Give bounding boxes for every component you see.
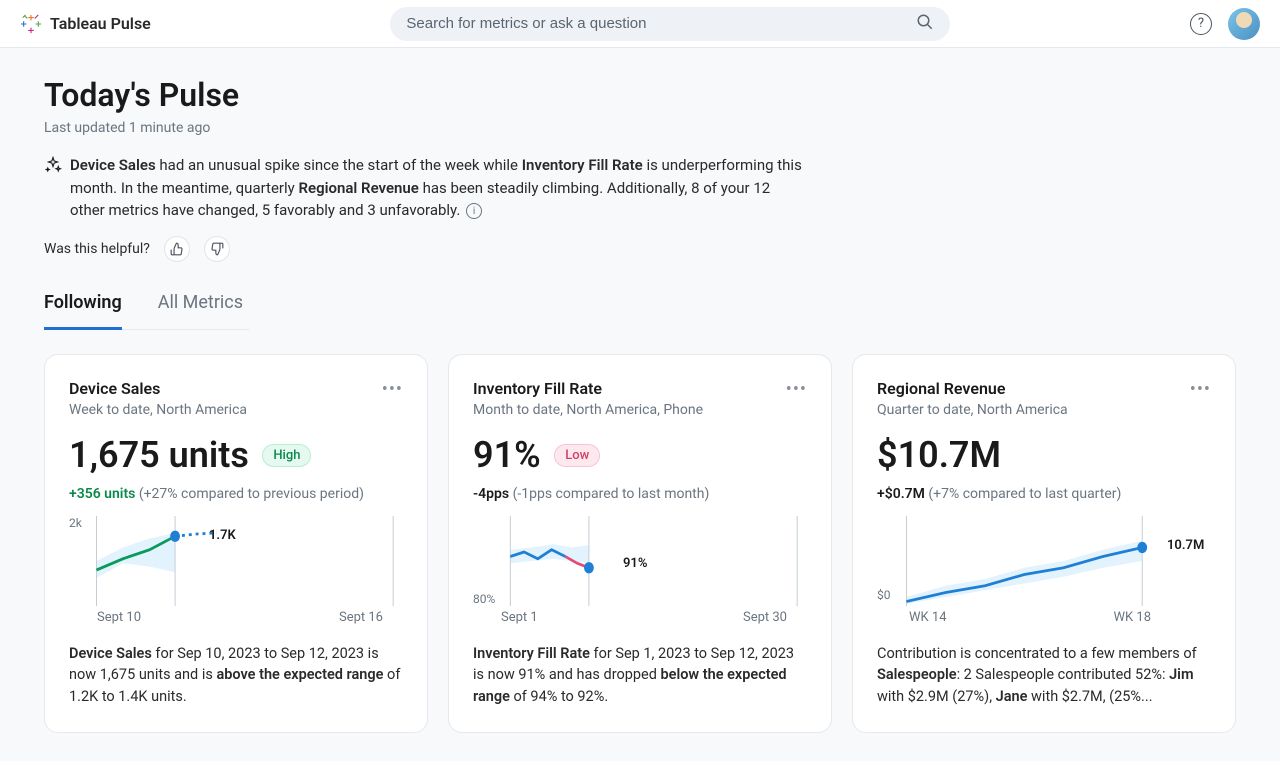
delta-value: +356 units — [69, 486, 135, 502]
sparkline-chart: $0 10.7M — [877, 516, 1211, 606]
page-title: Today's Pulse — [44, 76, 1236, 114]
help-icon[interactable]: ? — [1190, 13, 1212, 35]
metric-cards: Device Sales ••• Week to date, North Ame… — [44, 354, 1236, 733]
card-title: Device Sales — [69, 379, 160, 398]
metric-card-device-sales[interactable]: Device Sales ••• Week to date, North Ame… — [44, 354, 428, 733]
card-title: Regional Revenue — [877, 379, 1005, 398]
insight-text: Contribution is concentrated to a few me… — [877, 643, 1211, 708]
app-logo: Tableau Pulse — [20, 13, 151, 35]
x-axis-right: WK 18 — [1113, 610, 1151, 625]
info-icon[interactable]: i — [466, 203, 482, 219]
delta-value: -4pps — [473, 486, 509, 502]
more-icon[interactable]: ••• — [382, 379, 403, 400]
delta-detail: (+27% compared to previous period) — [135, 486, 364, 502]
app-name: Tableau Pulse — [50, 14, 151, 33]
x-axis-left: Sept 1 — [501, 610, 538, 625]
search-icon — [916, 13, 934, 35]
metric-value: $10.7M — [877, 434, 1001, 476]
more-icon[interactable]: ••• — [1190, 379, 1211, 400]
avatar[interactable] — [1228, 8, 1260, 40]
insight-text: Device Sales for Sep 10, 2023 to Sep 12,… — [69, 643, 403, 708]
x-axis-left: WK 14 — [909, 610, 947, 625]
tableau-logo-icon — [20, 13, 42, 35]
metric-card-inventory-fill-rate[interactable]: Inventory Fill Rate ••• Month to date, N… — [448, 354, 832, 733]
delta-value: +$0.7M — [877, 486, 925, 502]
delta-detail: (+7% compared to last quarter) — [925, 486, 1121, 502]
x-axis-left: Sept 10 — [97, 610, 141, 625]
point-label: 10.7M — [1167, 538, 1204, 553]
tab-following[interactable]: Following — [44, 292, 122, 330]
tabs: Following All Metrics — [44, 292, 249, 330]
x-axis-right: Sept 30 — [743, 610, 787, 625]
metric-value: 91% — [473, 434, 541, 476]
x-axis-right: Sept 16 — [339, 610, 383, 625]
search-box[interactable] — [390, 7, 950, 41]
sparkline-chart: 80% 91% — [473, 516, 807, 606]
status-badge: High — [262, 444, 311, 467]
insight-text: Inventory Fill Rate for Sep 1, 2023 to S… — [473, 643, 807, 708]
card-subtitle: Week to date, North America — [69, 402, 403, 418]
card-title: Inventory Fill Rate — [473, 379, 602, 398]
card-subtitle: Month to date, North America, Phone — [473, 402, 807, 418]
search-input[interactable] — [406, 15, 916, 32]
last-updated: Last updated 1 minute ago — [44, 120, 1236, 136]
sparkle-icon — [44, 156, 62, 174]
sparkline-chart: 2k 1.7K — [69, 516, 403, 606]
point-label: 1.7K — [209, 528, 236, 543]
thumbs-down-button[interactable] — [204, 236, 230, 262]
tab-all-metrics[interactable]: All Metrics — [158, 292, 243, 329]
thumbs-up-button[interactable] — [164, 236, 190, 262]
feedback-question: Was this helpful? — [44, 241, 150, 257]
point-label: 91% — [623, 556, 647, 571]
delta-detail: (-1pps compared to last month) — [509, 486, 709, 502]
top-bar: Tableau Pulse ? — [0, 0, 1280, 48]
metric-value: 1,675 units — [69, 434, 249, 476]
card-subtitle: Quarter to date, North America — [877, 402, 1211, 418]
status-badge: Low — [554, 444, 600, 467]
more-icon[interactable]: ••• — [786, 379, 807, 400]
summary-text: Device Sales had an unusual spike since … — [70, 154, 804, 222]
metric-card-regional-revenue[interactable]: Regional Revenue ••• Quarter to date, No… — [852, 354, 1236, 733]
